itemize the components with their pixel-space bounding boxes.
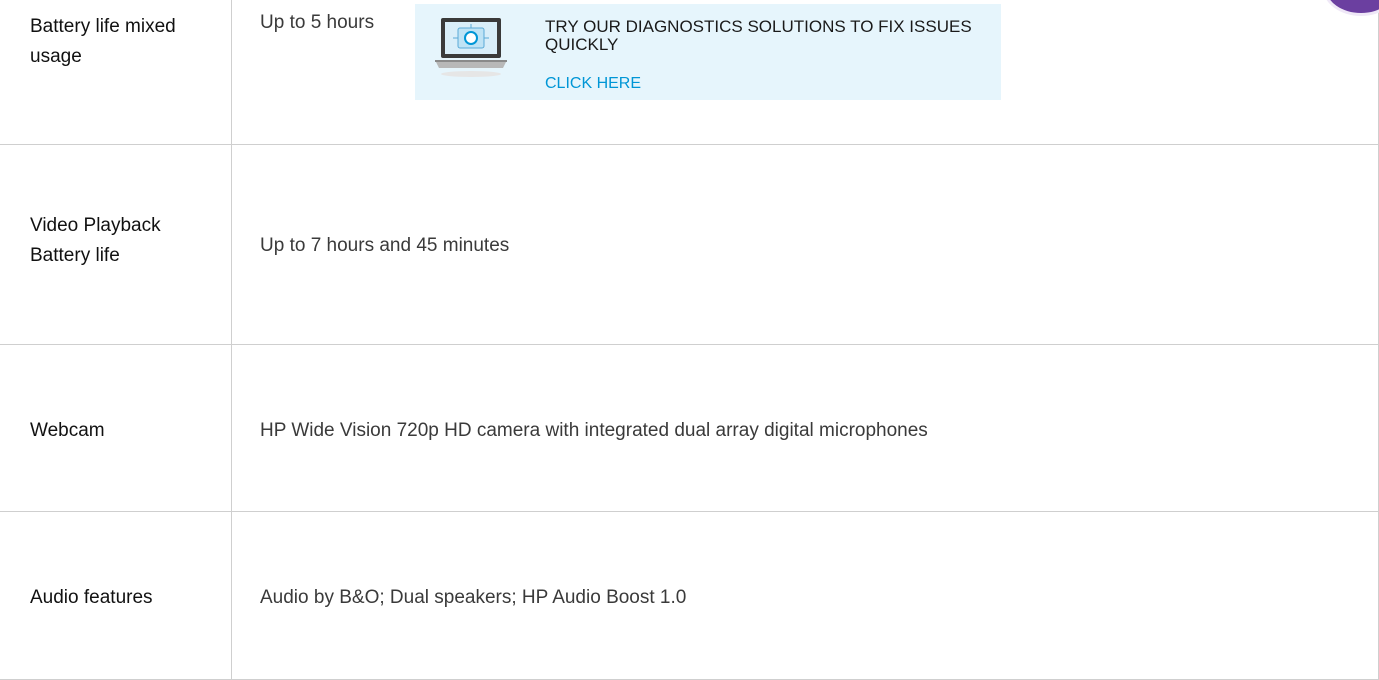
spec-label: Audio features bbox=[30, 587, 153, 608]
spec-value: HP Wide Vision 720p HD camera with integ… bbox=[260, 420, 928, 441]
click-here-link[interactable]: CLICK HERE bbox=[545, 75, 641, 93]
laptop-icon bbox=[431, 14, 511, 86]
spec-row-audio: Audio features Audio by B&O; Dual speake… bbox=[0, 512, 1379, 680]
promo-headline: TRY OUR DIAGNOSTICS SOLUTIONS TO FIX ISS… bbox=[545, 17, 972, 54]
column-divider bbox=[231, 145, 232, 344]
spec-label: Video Playback Battery life bbox=[30, 215, 161, 266]
spec-label: Battery life mixed usage bbox=[30, 16, 176, 67]
diagnostics-promo-banner[interactable]: TRY OUR DIAGNOSTICS SOLUTIONS TO FIX ISS… bbox=[415, 4, 1001, 100]
spec-label: Webcam bbox=[30, 420, 105, 441]
spec-row-video-battery: Video Playback Battery life Up to 7 hour… bbox=[0, 145, 1379, 345]
spec-value: Audio by B&O; Dual speakers; HP Audio Bo… bbox=[260, 587, 687, 608]
spec-value: Up to 5 hours bbox=[260, 12, 375, 33]
spec-row-webcam: Webcam HP Wide Vision 720p HD camera wit… bbox=[0, 345, 1379, 512]
column-divider bbox=[231, 512, 232, 679]
spec-value: Up to 7 hours and 45 minutes bbox=[260, 235, 510, 256]
column-divider bbox=[231, 0, 232, 144]
column-divider bbox=[231, 345, 232, 511]
